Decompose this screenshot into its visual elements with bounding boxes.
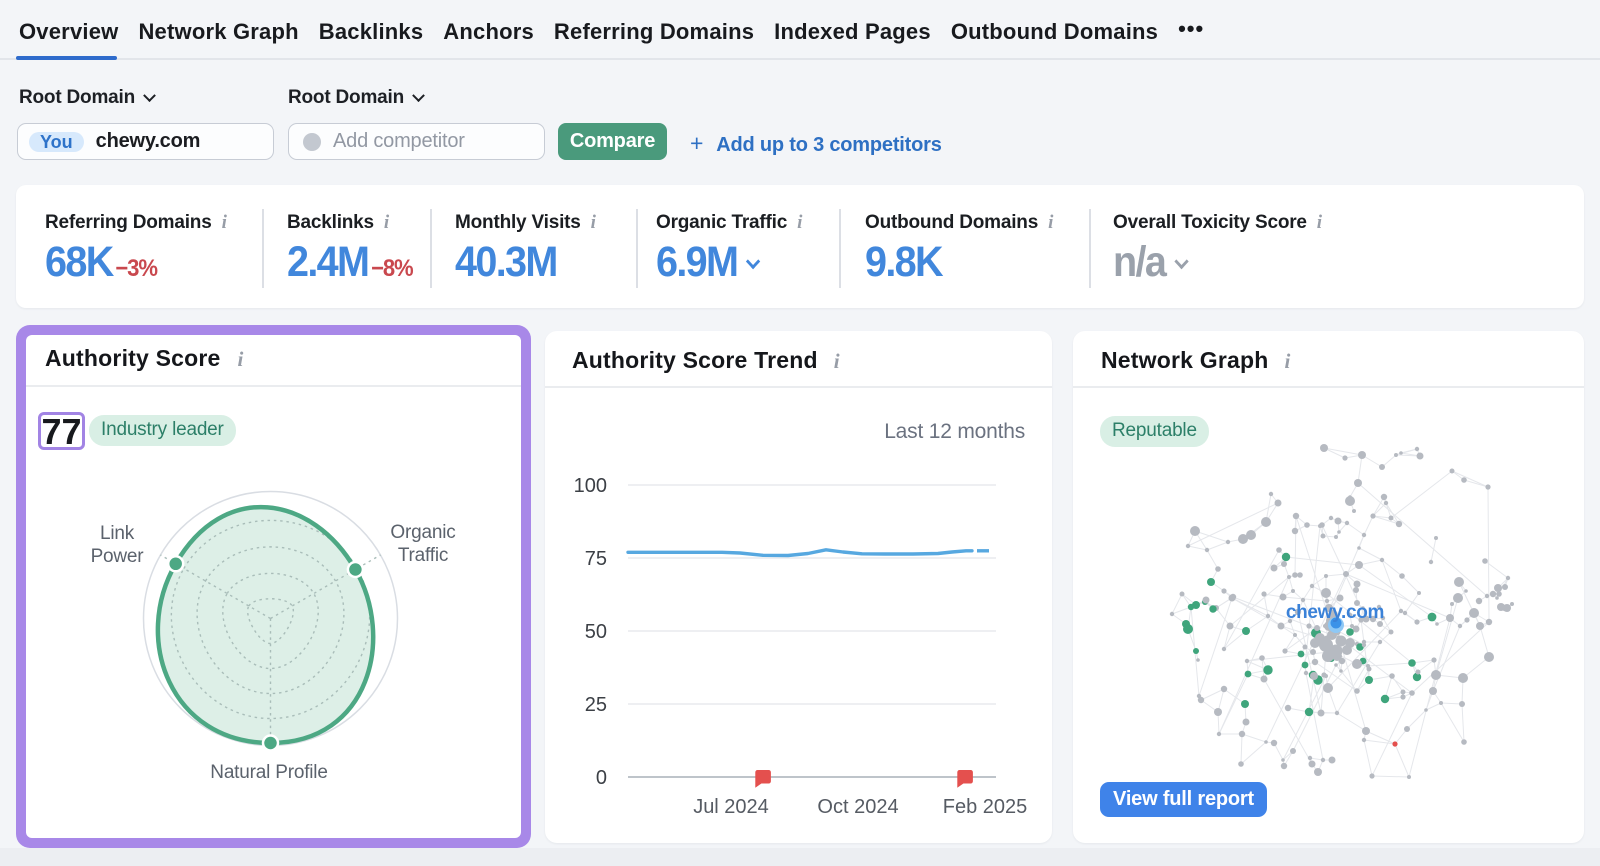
svg-text:chewy.com: chewy.com (1286, 602, 1384, 623)
svg-text:50: 50 (585, 621, 607, 643)
svg-text:25: 25 (585, 694, 607, 716)
svg-text:Feb 2025: Feb 2025 (943, 796, 1028, 818)
svg-text:Oct 2024: Oct 2024 (817, 796, 898, 818)
svg-text:Jul 2024: Jul 2024 (693, 796, 769, 818)
svg-text:75: 75 (585, 548, 607, 570)
svg-text:0: 0 (596, 767, 607, 789)
svg-text:100: 100 (574, 475, 607, 497)
